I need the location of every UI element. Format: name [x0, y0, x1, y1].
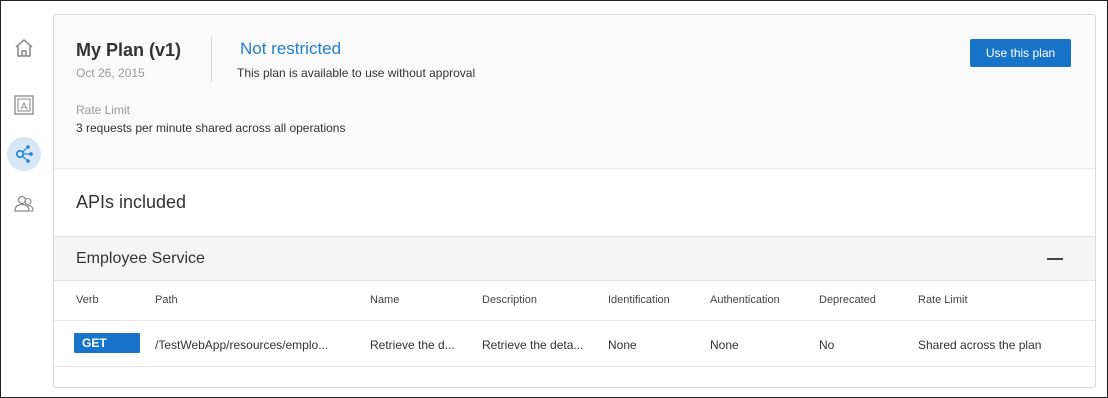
- sidebar-users[interactable]: [7, 187, 41, 221]
- row-divider: [54, 366, 1095, 367]
- row-divider: [54, 320, 1095, 321]
- row-deprecated: No: [819, 338, 835, 352]
- column-header-path: Path: [155, 294, 178, 306]
- row-path[interactable]: /TestWebApp/resources/emplo...: [155, 338, 328, 352]
- column-header-description: Description: [482, 294, 538, 306]
- collapse-icon[interactable]: [1047, 258, 1063, 260]
- restriction-title: Not restricted: [240, 39, 342, 58]
- plan-summary: My Plan (v1) Oct 26, 2015 Not restricted…: [54, 15, 1095, 169]
- apis-section-title: APIs included: [76, 192, 187, 212]
- column-header-verb: Verb: [76, 294, 99, 306]
- svg-text:A: A: [21, 102, 28, 113]
- home-icon: [15, 39, 33, 57]
- plan-card: My Plan (v1) Oct 26, 2015 Not restricted…: [53, 14, 1096, 388]
- divider: [211, 36, 212, 82]
- text-block-icon: A: [14, 95, 34, 115]
- rate-limit-label: Rate Limit: [76, 103, 131, 117]
- network-icon: [15, 145, 33, 163]
- sidebar-home[interactable]: [7, 31, 41, 65]
- column-header-deprecated: Deprecated: [819, 294, 876, 306]
- column-header-authentication: Authentication: [710, 294, 780, 306]
- row-authentication: None: [710, 338, 739, 352]
- column-header-rate-limit: Rate Limit: [918, 294, 968, 306]
- rate-limit-value: 3 requests per minute shared across all …: [76, 121, 346, 135]
- row-description: Retrieve the deta...: [482, 338, 584, 352]
- row-identification: None: [608, 338, 637, 352]
- sidebar-documentation[interactable]: A: [7, 88, 41, 122]
- plan-title: My Plan (v1): [76, 40, 182, 60]
- verb-badge: GET: [74, 333, 140, 353]
- restriction-description: This plan is available to use without ap…: [237, 66, 476, 80]
- row-name: Retrieve the d...: [370, 338, 455, 352]
- column-header-identification: Identification: [608, 294, 670, 306]
- use-plan-button[interactable]: Use this plan: [970, 39, 1071, 67]
- sidebar-rail: A: [1, 1, 51, 397]
- column-header-name: Name: [370, 294, 400, 306]
- row-rate-limit: Shared across the plan: [918, 338, 1042, 352]
- sidebar-apis[interactable]: [7, 137, 41, 171]
- plan-date: Oct 26, 2015: [76, 66, 145, 80]
- service-header[interactable]: Employee Service: [54, 236, 1095, 281]
- users-icon: [14, 195, 34, 212]
- service-name: Employee Service: [76, 250, 205, 267]
